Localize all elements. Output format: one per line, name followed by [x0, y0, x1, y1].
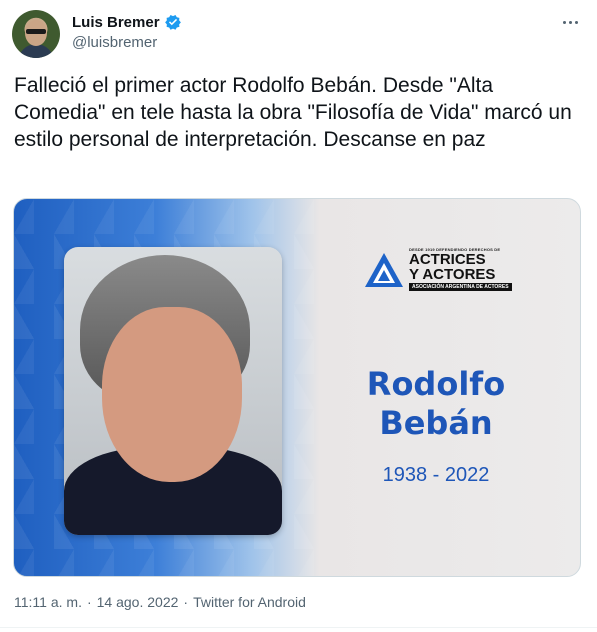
logo-bar: ASOCIACIÓN ARGENTINA DE ACTORES	[409, 283, 512, 291]
tweet-source[interactable]: Twitter for Android	[193, 594, 306, 610]
life-years: 1938 - 2022	[382, 464, 490, 486]
meta-separator: ·	[183, 594, 189, 610]
dot	[568, 20, 572, 24]
author-handle[interactable]: @luisbremer	[72, 34, 157, 51]
tweet-card: Luis Bremer @luisbremer Falleció el prim…	[0, 0, 597, 632]
deceased-name: Rodolfo Bebán	[336, 365, 536, 443]
tweet-text: Falleció el primer actor Rodolfo Bebán. …	[14, 74, 572, 151]
avatar[interactable]	[12, 10, 60, 58]
author-row: Luis Bremer	[72, 13, 182, 31]
logo-line2: Y ACTORES	[409, 266, 496, 283]
association-logo: DESDE 1919 DEFENDIENDO DERECHOS DE ACTRI…	[363, 247, 512, 291]
logo-line1: ACTRICES	[409, 251, 486, 268]
name-line1: Rodolfo	[366, 365, 506, 403]
avatar-glasses	[26, 29, 46, 34]
verified-badge-icon	[164, 15, 181, 30]
tweet-meta: 11:11 a. m. · 14 ago. 2022 · Twitter for…	[14, 594, 306, 610]
more-dots-icon[interactable]	[558, 12, 582, 32]
association-logo-icon	[365, 253, 403, 287]
meta-separator: ·	[86, 594, 92, 610]
portrait-photo	[64, 247, 282, 535]
name-line2: Bebán	[379, 404, 493, 442]
author-display-name[interactable]: Luis Bremer	[72, 14, 160, 31]
divider	[0, 627, 597, 628]
avatar-shirt	[18, 44, 54, 58]
tweet-media-image[interactable]: DESDE 1919 DEFENDIENDO DERECHOS DE ACTRI…	[13, 198, 581, 577]
dot	[574, 20, 578, 24]
tweet-time[interactable]: 11:11 a. m.	[14, 594, 82, 610]
tweet-date[interactable]: 14 ago. 2022	[97, 594, 179, 610]
dot	[562, 20, 566, 24]
portrait-face	[102, 307, 242, 482]
